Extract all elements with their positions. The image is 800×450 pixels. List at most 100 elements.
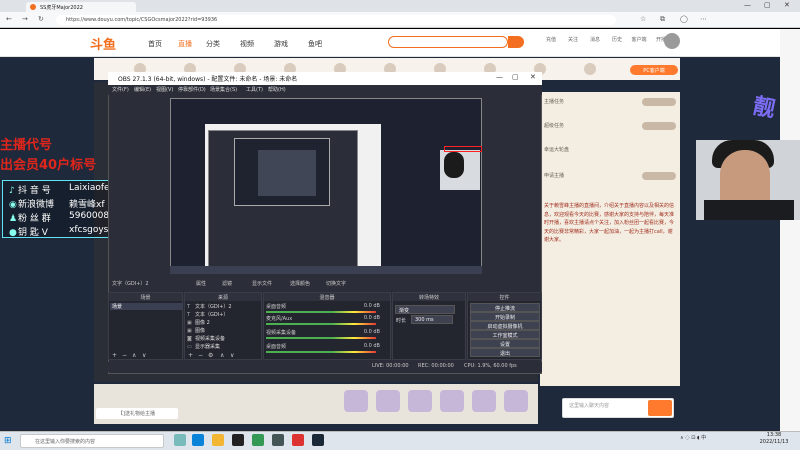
refresh-icon[interactable]: ↻	[38, 15, 44, 23]
gift-icon[interactable]	[344, 390, 368, 412]
filters-button[interactable]: 滤镜	[222, 280, 232, 287]
site-search-input[interactable]	[388, 36, 508, 48]
client-icon[interactable]: 客户端	[628, 36, 650, 43]
panel-row[interactable]: 主播任务	[544, 98, 564, 105]
show-file-button[interactable]: 显示文件	[252, 280, 272, 287]
panel-row[interactable]: 申请主播	[544, 172, 564, 179]
move-down-icon[interactable]: ∨	[230, 352, 234, 359]
remove-scene-icon[interactable]: −	[122, 352, 127, 359]
select-color-button[interactable]: 选择颜色	[290, 280, 310, 287]
volume-meter[interactable]	[266, 351, 376, 353]
move-down-icon[interactable]: ∨	[142, 352, 146, 359]
browser-tab[interactable]: SS虎牙Major2022	[26, 2, 136, 12]
nav-category[interactable]: 分类	[206, 39, 220, 49]
taskbar-clock[interactable]: 13:38 2022/11/13	[754, 432, 794, 446]
send-button[interactable]	[648, 400, 672, 416]
panel-badge[interactable]	[642, 172, 676, 180]
obs-menu-edit[interactable]: 编辑(E)	[134, 86, 151, 93]
nav-games[interactable]: 游戏	[274, 39, 288, 49]
add-source-icon[interactable]: +	[188, 352, 193, 359]
panel-row[interactable]: 超级任务	[544, 122, 564, 129]
source-item[interactable]: T 文本（GDI+）	[187, 311, 228, 318]
nav-live[interactable]: 直播	[178, 39, 192, 49]
volume-meter[interactable]	[266, 337, 376, 339]
exit-button[interactable]: 退出	[470, 348, 540, 357]
gift-icon[interactable]	[408, 390, 432, 412]
file-explorer-icon[interactable]	[212, 434, 224, 446]
close-icon[interactable]: ✕	[784, 1, 790, 9]
virtual-camera-button[interactable]: 启动虚拟摄像机	[470, 321, 540, 330]
recharge-icon[interactable]: 充值	[540, 36, 562, 43]
message-icon[interactable]: 消息	[584, 36, 606, 43]
profile-icon[interactable]: ◯	[680, 15, 688, 23]
app-icon[interactable]	[292, 434, 304, 446]
remove-source-icon[interactable]: −	[198, 352, 203, 359]
nav-yuba[interactable]: 鱼吧	[308, 39, 322, 49]
obs-menu-file[interactable]: 文件(F)	[112, 86, 129, 93]
transition-select[interactable]: 渐变	[395, 305, 455, 314]
properties-button[interactable]: 属性	[196, 280, 206, 287]
gift-icon[interactable]	[472, 390, 496, 412]
history-icon[interactable]: 历史	[606, 36, 628, 43]
obs-menu-view[interactable]: 视图(V)	[156, 86, 173, 93]
panel-row[interactable]: 幸运大轮盘	[544, 146, 569, 153]
obs-menu-tools[interactable]: 工具(T)	[246, 86, 263, 93]
gift-input[interactable]: 【]送礼物给主播	[96, 408, 178, 419]
gift-icon[interactable]	[376, 390, 400, 412]
panel-badge[interactable]	[642, 122, 676, 130]
source-item[interactable]: ▣ 图像	[187, 327, 205, 334]
stop-streaming-button[interactable]: 停止推流	[470, 303, 540, 312]
studio-mode-button[interactable]: 工作室模式	[470, 330, 540, 339]
forward-arrow-icon[interactable]: →	[22, 15, 28, 23]
follow-icon[interactable]: 关注	[562, 36, 584, 43]
user-avatar[interactable]	[664, 33, 680, 49]
taskbar-search-input[interactable]: 在这里输入你要搜索的内容	[20, 434, 164, 448]
system-tray[interactable]: ∧ ◌ ⊡ ◖ 中	[680, 434, 706, 441]
obs-menu-scene-collection[interactable]: 场景集合(S)	[210, 86, 237, 93]
obs-close-icon[interactable]: ✕	[530, 73, 536, 81]
source-item[interactable]: T 文本（GDI+）2	[187, 303, 232, 310]
toggle-text-button[interactable]: 切换文字	[326, 280, 346, 287]
favorite-star-icon[interactable]: ☆	[640, 15, 646, 23]
panel-badge[interactable]	[642, 98, 676, 106]
site-search-button[interactable]	[508, 36, 524, 48]
site-logo[interactable]: 斗鱼	[90, 34, 116, 53]
duration-input[interactable]: 300 ms	[411, 315, 453, 324]
settings-button[interactable]: 设置	[470, 339, 540, 348]
maximize-icon[interactable]: ▢	[764, 1, 771, 9]
source-item[interactable]: ▣ 图像 2	[187, 319, 210, 326]
gift-icon[interactable]	[504, 390, 528, 412]
obs-taskbar-icon[interactable]	[232, 434, 244, 446]
app-icon[interactable]	[252, 434, 264, 446]
move-up-icon[interactable]: ∧	[132, 352, 136, 359]
nav-home[interactable]: 首页	[148, 39, 162, 49]
obs-menu-docks[interactable]: 停靠部件(D)	[178, 86, 206, 93]
back-arrow-icon[interactable]: ←	[6, 15, 12, 23]
nav-video[interactable]: 视频	[240, 39, 254, 49]
pc-client-button[interactable]: PC客户端	[630, 65, 678, 75]
minimize-icon[interactable]: —	[744, 1, 751, 9]
source-settings-icon[interactable]: ⚙	[208, 352, 213, 359]
volume-meter[interactable]	[266, 323, 376, 325]
source-item[interactable]: ◙ 视频采集设备	[187, 335, 225, 342]
start-recording-button[interactable]: 开始录制	[470, 312, 540, 321]
windows-start-icon[interactable]: ⊞	[4, 436, 12, 446]
volume-meter[interactable]	[266, 311, 376, 313]
add-scene-icon[interactable]: +	[112, 352, 117, 359]
app-icon[interactable]	[272, 434, 284, 446]
gift-icon[interactable]	[440, 390, 464, 412]
extensions-icon[interactable]: ⧉	[660, 15, 665, 24]
source-item[interactable]: ▭ 显示器采集	[187, 343, 220, 350]
edge-icon[interactable]	[192, 434, 204, 446]
obs-maximize-icon[interactable]: ▢	[512, 73, 519, 81]
task-view-icon[interactable]	[174, 434, 186, 446]
scene-item[interactable]: 场景	[110, 303, 183, 310]
settings-menu-icon[interactable]: ⋯	[700, 15, 707, 23]
obs-minimize-icon[interactable]: —	[496, 73, 503, 81]
obs-menu-help[interactable]: 帮助(H)	[268, 86, 286, 93]
move-up-icon[interactable]: ∧	[220, 352, 224, 359]
preview-selection-box[interactable]	[444, 146, 482, 152]
url-input[interactable]: https://www.douyu.com/topic/CSGOcsmajor2…	[56, 15, 616, 25]
category-icon[interactable]	[584, 63, 596, 75]
steam-icon[interactable]	[312, 434, 324, 446]
